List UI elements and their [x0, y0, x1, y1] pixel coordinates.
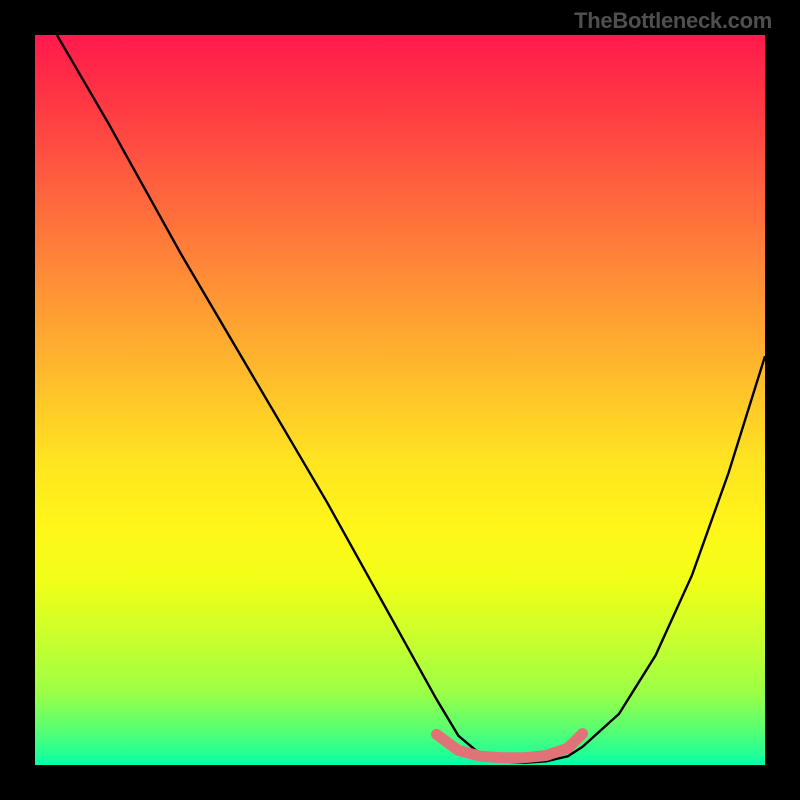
- watermark-text: TheBottleneck.com: [574, 8, 772, 34]
- chart-svg: [35, 35, 765, 765]
- bottleneck-curve: [57, 35, 765, 763]
- plot-area: [35, 35, 765, 765]
- chart-frame: TheBottleneck.com: [0, 0, 800, 800]
